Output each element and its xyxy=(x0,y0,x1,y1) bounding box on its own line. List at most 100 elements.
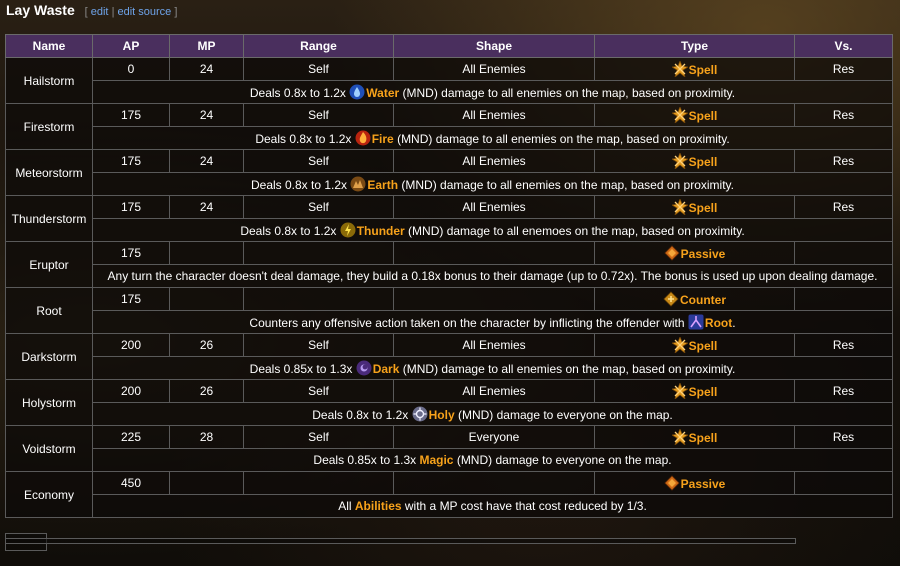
skill-type: Spell xyxy=(594,333,795,357)
skill-vs xyxy=(794,241,893,265)
description-text: (MND) damage to everyone on the map. xyxy=(453,453,672,467)
spell-icon xyxy=(671,429,689,445)
table-header-row: Name AP MP Range Shape Type Vs. xyxy=(5,34,893,58)
skill-type-label[interactable]: Spell xyxy=(689,109,718,123)
edit-source-link[interactable]: edit source xyxy=(117,6,171,18)
skill-range: Self xyxy=(243,57,394,81)
skill-description: Deals 0.85x to 1.3x Dark (MND) damage to… xyxy=(92,356,893,380)
edit-link[interactable]: edit xyxy=(91,6,109,18)
description-text: Deals 0.85x to 1.3x xyxy=(249,362,356,376)
skill-shape xyxy=(393,287,595,311)
skill-type-label[interactable]: Passive xyxy=(681,247,726,261)
skill-type-label[interactable]: Passive xyxy=(681,477,726,491)
description-keyword-link[interactable]: Abilities xyxy=(355,499,402,513)
column-header-mp: MP xyxy=(169,34,244,58)
skill-type: Spell xyxy=(594,103,795,127)
skill-description: Deals 0.8x to 1.2x Holy (MND) damage to … xyxy=(92,402,893,426)
empty-table-fragment xyxy=(5,538,796,544)
skill-type: Spell xyxy=(594,57,795,81)
spell-icon xyxy=(671,337,689,353)
description-text: Deals 0.85x to 1.3x xyxy=(313,453,420,467)
description-keyword-link[interactable]: Fire xyxy=(372,132,394,146)
description-text: Any turn the character doesn't deal dama… xyxy=(107,269,878,283)
skill-mp: 28 xyxy=(169,425,244,449)
skill-shape: All Enemies xyxy=(393,333,595,357)
root-status-icon xyxy=(688,314,705,330)
table-row: Darkstorm 200 26 Self All Enemies Spell Res xyxy=(5,333,893,380)
skill-name: Firestorm xyxy=(5,103,93,150)
skill-vs: Res xyxy=(794,195,893,219)
description-keyword-link[interactable]: Earth xyxy=(367,178,398,192)
skill-name: Voidstorm xyxy=(5,425,93,472)
description-text: (MND) damage to all enemies on the map, … xyxy=(393,132,730,146)
description-keyword-link[interactable]: Dark xyxy=(373,362,400,376)
skill-name: Darkstorm xyxy=(5,333,93,380)
skill-vs: Res xyxy=(794,103,893,127)
description-keyword-link[interactable]: Holy xyxy=(429,408,455,422)
skill-vs: Res xyxy=(794,333,893,357)
table-row: Hailstorm 0 24 Self All Enemies Spell Res xyxy=(5,57,893,104)
skill-range: Self xyxy=(243,425,394,449)
skill-shape: Everyone xyxy=(393,425,595,449)
description-keyword-link[interactable]: Magic xyxy=(419,453,453,467)
skill-type-label[interactable]: Spell xyxy=(689,385,718,399)
skill-type-label[interactable]: Spell xyxy=(689,339,718,353)
description-text: Deals 0.8x to 1.2x xyxy=(249,86,350,100)
skill-shape: All Enemies xyxy=(393,195,595,219)
column-header-ap: AP xyxy=(92,34,170,58)
skill-vs xyxy=(794,287,893,311)
thunder-element-icon xyxy=(340,222,357,238)
skill-mp: 24 xyxy=(169,103,244,127)
description-keyword-link[interactable]: Root xyxy=(705,316,732,330)
skill-type: Spell xyxy=(594,149,795,173)
column-header-range: Range xyxy=(243,34,394,58)
spell-icon xyxy=(671,61,689,77)
holy-element-icon xyxy=(412,406,429,422)
description-text: Counters any offensive action taken on t… xyxy=(249,316,688,330)
table-row: Eruptor 175 Passive xyxy=(5,241,893,288)
skill-range xyxy=(243,471,394,495)
skill-type: Passive xyxy=(594,241,795,265)
skill-type: Spell xyxy=(594,195,795,219)
counter-icon xyxy=(663,291,680,307)
table-row: Voidstorm 225 28 Self Everyone Spell Res xyxy=(5,425,893,472)
skill-description: Deals 0.8x to 1.2x Earth (MND) damage to… xyxy=(92,172,893,196)
table-row-description: Deals 0.8x to 1.2x Fire (MND) damage to … xyxy=(6,126,893,150)
skill-ap: 175 xyxy=(92,241,170,265)
description-text: (MND) damage to all enemies on the map, … xyxy=(399,86,736,100)
skill-type: Spell xyxy=(594,425,795,449)
skill-type-label[interactable]: Spell xyxy=(689,431,718,445)
skill-mp: 26 xyxy=(169,379,244,403)
table-row: Root 175 Counter xyxy=(5,287,893,334)
skill-shape xyxy=(393,471,595,495)
skills-table: Name AP MP Range Shape Type Vs. Hailstor… xyxy=(5,34,893,518)
passive-icon xyxy=(664,245,681,261)
column-header-vs: Vs. xyxy=(794,34,893,58)
description-text: (MND) damage to all enemies on the map, … xyxy=(398,178,734,192)
description-keyword-link[interactable]: Water xyxy=(366,86,399,100)
skill-ap: 200 xyxy=(92,333,170,357)
skill-vs: Res xyxy=(794,149,893,173)
column-header-name: Name xyxy=(5,34,93,58)
skill-type-label[interactable]: Counter xyxy=(680,293,726,307)
skill-shape: All Enemies xyxy=(393,379,595,403)
description-text: Deals 0.8x to 1.2x xyxy=(312,408,412,422)
table-row-description: Deals 0.8x to 1.2x Holy (MND) damage to … xyxy=(6,402,893,426)
skill-type-label[interactable]: Spell xyxy=(689,63,718,77)
description-keyword-link[interactable]: Thunder xyxy=(357,224,405,238)
spell-icon xyxy=(671,107,689,123)
column-header-type: Type xyxy=(594,34,795,58)
skill-range: Self xyxy=(243,333,394,357)
skill-type-label[interactable]: Spell xyxy=(689,201,718,215)
description-text: Deals 0.8x to 1.2x xyxy=(250,178,351,192)
skill-ap: 175 xyxy=(92,149,170,173)
skill-type: Passive xyxy=(594,471,795,495)
skill-description: Deals 0.8x to 1.2x Fire (MND) damage to … xyxy=(92,126,893,150)
skill-ap: 200 xyxy=(92,379,170,403)
skill-shape xyxy=(393,241,595,265)
column-header-shape: Shape xyxy=(393,34,595,58)
skill-name: Holystorm xyxy=(5,379,93,426)
description-text: . xyxy=(732,316,736,330)
skill-name: Hailstorm xyxy=(5,57,93,104)
skill-type-label[interactable]: Spell xyxy=(689,155,718,169)
